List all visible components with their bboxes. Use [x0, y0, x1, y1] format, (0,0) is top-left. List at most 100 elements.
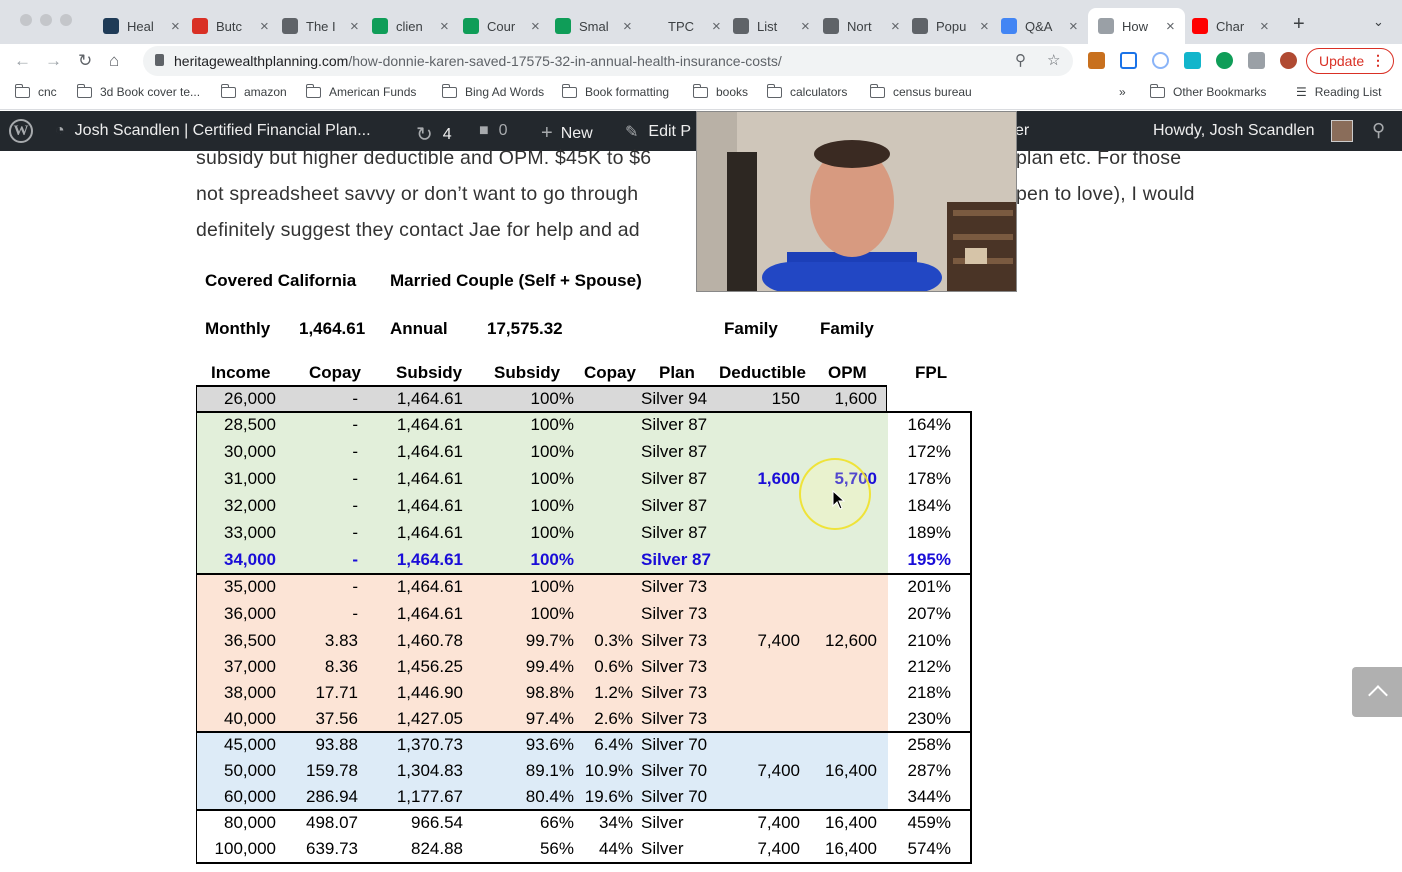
- wp-search-icon[interactable]: ⚲: [1372, 120, 1385, 141]
- folder-icon: [692, 83, 708, 98]
- border-line: [196, 731, 972, 733]
- zoom-icon[interactable]: ⚲: [1015, 51, 1026, 69]
- close-tab-icon[interactable]: ×: [171, 18, 180, 35]
- tab-2[interactable]: The I ×: [282, 8, 359, 44]
- extension-1-icon[interactable]: [1088, 52, 1105, 69]
- webcam-overlay[interactable]: [696, 111, 1017, 292]
- cell-plan: Silver 73: [641, 577, 708, 596]
- border-line: [196, 411, 972, 413]
- tab-5[interactable]: Smal ×: [555, 8, 632, 44]
- close-tab-icon[interactable]: ×: [891, 18, 900, 35]
- bookmark-item[interactable]: calculators: [766, 83, 847, 99]
- update-button[interactable]: Update ⋮: [1306, 48, 1394, 74]
- tab-10[interactable]: Q&A ×: [1001, 8, 1078, 44]
- comment-icon: ■: [479, 122, 489, 139]
- minimize-window-button[interactable]: [40, 14, 52, 26]
- new-tab-button[interactable]: +: [1293, 13, 1305, 36]
- bookmark-item[interactable]: books: [692, 83, 748, 99]
- scroll-to-top-button[interactable]: [1352, 667, 1402, 717]
- cell-plan: Silver: [641, 813, 684, 832]
- wp-new[interactable]: + New: [541, 122, 593, 145]
- cell-subsidy: 1,464.61: [396, 496, 463, 515]
- close-tab-icon[interactable]: ×: [260, 18, 269, 35]
- cell-cpct: 1.2%: [594, 683, 633, 702]
- bookmark-item[interactable]: cnc: [14, 83, 57, 99]
- close-tab-icon[interactable]: ×: [1260, 18, 1269, 35]
- cell-pct: 100%: [530, 577, 574, 596]
- table-row: 30,000 - 1,464.61 100% Silver 87 172%: [0, 439, 951, 465]
- tab-title: How: [1122, 18, 1149, 34]
- forward-icon[interactable]: →: [45, 51, 62, 71]
- extension-2-icon[interactable]: [1120, 52, 1137, 69]
- wp-site-label: Josh Scandlen | Certified Financial Plan…: [74, 122, 371, 139]
- cell-cpct: 34%: [598, 813, 633, 832]
- tab-1[interactable]: Butc ×: [192, 8, 269, 44]
- cell-fpl: 287%: [907, 761, 951, 780]
- wp-menu-item-partial[interactable]: er: [1015, 122, 1029, 140]
- cell-income: 26,000: [224, 389, 276, 408]
- wp-site-name[interactable]: ◔ Josh Scandlen | Certified Financial Pla…: [55, 122, 371, 140]
- tab-12[interactable]: Char ×: [1192, 8, 1269, 44]
- close-tab-icon[interactable]: ×: [350, 18, 359, 35]
- tab-3[interactable]: clien ×: [372, 8, 449, 44]
- zoom-window-button[interactable]: [60, 14, 72, 26]
- url-text[interactable]: heritagewealthplanning.com/how-donnie-ka…: [174, 53, 782, 69]
- cell-subsidy: 1,460.78: [396, 631, 463, 650]
- tab-title: TPC: [668, 18, 694, 34]
- close-tab-icon[interactable]: ×: [801, 18, 810, 35]
- close-tab-icon[interactable]: ×: [623, 18, 632, 35]
- wp-my-account[interactable]: Howdy, Josh Scandlen: [1153, 122, 1315, 140]
- reading-list[interactable]: ☰ Reading List: [1296, 85, 1381, 99]
- bookmark-item[interactable]: American Funds: [305, 83, 416, 99]
- bookmark-item[interactable]: Bing Ad Words: [441, 83, 544, 99]
- home-icon[interactable]: ⌂: [109, 51, 119, 71]
- update-label: Update: [1319, 53, 1365, 69]
- cell-pct: 100%: [530, 496, 574, 515]
- border-line: [196, 412, 197, 862]
- bookmarks-overflow-icon[interactable]: »: [1119, 85, 1126, 99]
- extension-3-icon[interactable]: [1152, 52, 1169, 69]
- wp-edit-post[interactable]: ✎ Edit P: [625, 122, 691, 142]
- cell-income: 37,000: [224, 657, 276, 676]
- cell-copay: -: [352, 604, 358, 623]
- wp-updates[interactable]: ↻ 4: [416, 122, 452, 147]
- tab-4[interactable]: Cour ×: [463, 8, 540, 44]
- lock-icon[interactable]: [155, 54, 164, 66]
- close-tab-icon[interactable]: ×: [1166, 18, 1175, 35]
- back-icon[interactable]: ←: [14, 51, 31, 71]
- tab-11[interactable]: How ×: [1088, 8, 1185, 44]
- bookmark-item[interactable]: amazon: [220, 83, 287, 99]
- table-row: 31,000-1,464.61 100% Silver 87 1,600 5,700 17…: [0, 466, 951, 492]
- wp-avatar[interactable]: [1331, 120, 1353, 142]
- extensions-puzzle-icon[interactable]: [1248, 52, 1265, 69]
- address-bar[interactable]: heritagewealthplanning.com/how-donnie-ka…: [143, 46, 1073, 76]
- close-tab-icon[interactable]: ×: [980, 18, 989, 35]
- extension-4-icon[interactable]: [1184, 52, 1201, 69]
- close-tab-icon[interactable]: ×: [712, 18, 721, 35]
- tab-7[interactable]: List ×: [733, 8, 810, 44]
- bookmark-star-icon[interactable]: ☆: [1047, 51, 1060, 69]
- bookmark-item[interactable]: Book formatting: [561, 83, 669, 99]
- close-tab-icon[interactable]: ×: [1069, 18, 1078, 35]
- wordpress-icon[interactable]: W: [9, 119, 33, 143]
- tab-8[interactable]: Nort ×: [823, 8, 900, 44]
- bookmark-item[interactable]: 3d Book cover te...: [76, 83, 200, 99]
- extension-5-icon[interactable]: [1216, 52, 1233, 69]
- bookmark-item[interactable]: census bureau: [869, 83, 972, 99]
- wp-menu-item-tail: er: [1015, 122, 1030, 139]
- table-row: 35,000 - 1,464.61 100% Silver 73 201%: [0, 574, 951, 600]
- wp-comments[interactable]: ■ 0: [479, 122, 508, 140]
- tab-search-icon[interactable]: ⌄: [1373, 14, 1384, 30]
- tab-9[interactable]: Popu ×: [912, 8, 989, 44]
- close-tab-icon[interactable]: ×: [531, 18, 540, 35]
- tab-0[interactable]: Heal ×: [103, 8, 180, 44]
- more-menu-icon[interactable]: ⋮: [1371, 52, 1385, 69]
- folder-icon: [305, 83, 321, 98]
- close-window-button[interactable]: [20, 14, 32, 26]
- close-tab-icon[interactable]: ×: [440, 18, 449, 35]
- reload-icon[interactable]: ↻: [78, 51, 92, 71]
- other-bookmarks[interactable]: Other Bookmarks: [1149, 83, 1266, 99]
- tab-6[interactable]: TPC ×: [644, 8, 721, 44]
- sheet-title-right: Married Couple (Self + Spouse): [390, 271, 642, 290]
- profile-avatar[interactable]: [1280, 52, 1297, 69]
